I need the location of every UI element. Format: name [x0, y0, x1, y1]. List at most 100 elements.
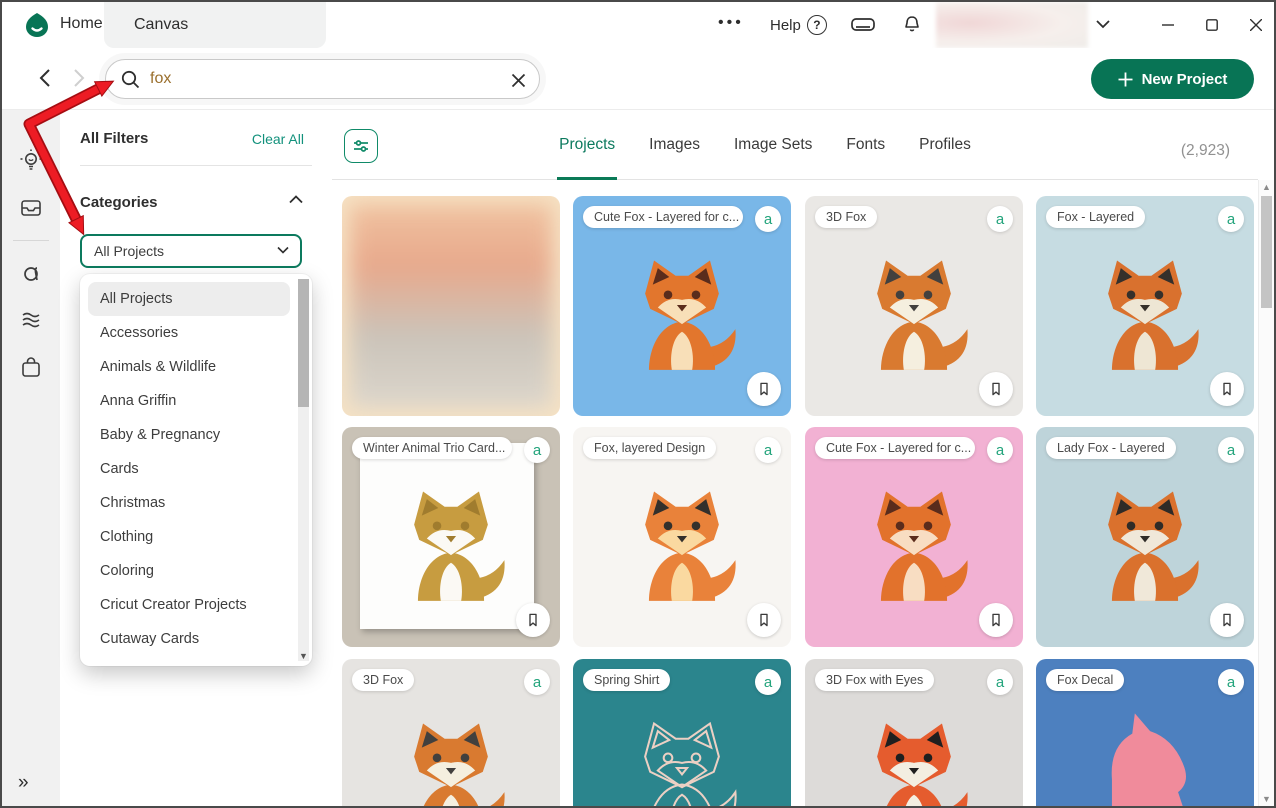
- results-tab[interactable]: Fonts: [846, 136, 885, 156]
- results-tab[interactable]: Image Sets: [734, 136, 812, 156]
- category-option[interactable]: Anna Griffin: [88, 384, 290, 418]
- overflow-menu-icon[interactable]: •••: [718, 14, 744, 32]
- clear-all-link[interactable]: Clear All: [252, 131, 304, 147]
- dropdown-scrollbar[interactable]: ▼: [298, 279, 309, 661]
- bookmark-button[interactable]: [979, 372, 1013, 406]
- category-option[interactable]: Cricut Creator Projects: [88, 588, 290, 622]
- help-button[interactable]: Help ?: [770, 15, 827, 35]
- search-box: [105, 59, 540, 99]
- category-option[interactable]: Cards: [88, 452, 290, 486]
- fox-illustration: [1069, 243, 1222, 396]
- filters-toggle-button[interactable]: [344, 129, 378, 163]
- category-option[interactable]: Baby & Pregnancy: [88, 418, 290, 452]
- results-tab[interactable]: Profiles: [919, 136, 971, 156]
- access-badge-icon: a: [524, 669, 550, 695]
- search-clear-button[interactable]: [505, 67, 531, 93]
- tab-label: Projects: [559, 136, 615, 153]
- window-maximize-button[interactable]: [1190, 2, 1234, 48]
- bookmark-button[interactable]: [747, 372, 781, 406]
- category-select[interactable]: All Projects: [80, 234, 302, 268]
- window-close-button[interactable]: [1234, 2, 1276, 48]
- expand-panel-chevrons-icon[interactable]: »: [18, 772, 29, 794]
- project-card[interactable]: 3D Fox with Eyes a: [805, 659, 1023, 806]
- category-option[interactable]: Clothing: [88, 520, 290, 554]
- bookmark-icon: [987, 611, 1005, 629]
- bookmark-button[interactable]: [747, 603, 781, 637]
- scroll-up-icon[interactable]: ▲: [1259, 182, 1274, 192]
- ideas-lightbulb-icon[interactable]: [16, 146, 46, 176]
- titlebar: Home Canvas ••• Help ?: [2, 2, 1274, 48]
- project-card[interactable]: Lady Fox - Layered a: [1036, 427, 1254, 647]
- cricut-logo-icon: [24, 12, 50, 38]
- inbox-icon[interactable]: [16, 193, 46, 223]
- scroll-down-icon[interactable]: ▼: [1259, 794, 1274, 804]
- project-card[interactable]: Winter Animal Trio Card... a: [342, 427, 560, 647]
- dropdown-scroll-down-icon[interactable]: ▼: [298, 651, 309, 661]
- search-input[interactable]: [150, 61, 480, 97]
- tab-label: Profiles: [919, 136, 971, 153]
- access-badge-icon: a: [755, 206, 781, 232]
- dropdown-scrollbar-thumb[interactable]: [298, 279, 309, 407]
- results-count: (2,923): [1181, 142, 1230, 160]
- access-badge-icon: a: [755, 669, 781, 695]
- project-card[interactable]: Fox, layered Design a: [573, 427, 791, 647]
- bookmark-icon: [755, 380, 773, 398]
- fox-illustration: [606, 474, 759, 627]
- results-area: Projects Images Image Sets Fonts Profiles (2…: [332, 110, 1274, 806]
- category-option[interactable]: Accessories: [88, 316, 290, 350]
- filter-panel: All Filters Clear All Categories All Pro…: [60, 110, 332, 806]
- categories-collapse-chevron-icon[interactable]: [288, 194, 304, 205]
- category-option[interactable]: Animals & Wildlife: [88, 350, 290, 384]
- results-scrollbar[interactable]: ▲ ▼: [1258, 180, 1274, 806]
- notifications-bell-icon[interactable]: [900, 13, 924, 37]
- category-option[interactable]: Coloring: [88, 554, 290, 588]
- bookmark-icon: [524, 611, 542, 629]
- fox-illustration: [606, 243, 759, 396]
- machine-icon[interactable]: [850, 15, 876, 35]
- filter-divider: [80, 165, 312, 166]
- category-option[interactable]: Cutaway Cards: [88, 622, 290, 656]
- bookmark-button[interactable]: [516, 603, 550, 637]
- results-tab[interactable]: Images: [649, 136, 700, 156]
- cricut-access-icon[interactable]: [16, 258, 46, 288]
- new-project-button[interactable]: New Project: [1091, 59, 1254, 99]
- project-card[interactable]: Fox - Layered a: [1036, 196, 1254, 416]
- project-title: 3D Fox: [352, 669, 414, 691]
- project-thumbnail: [342, 196, 560, 416]
- tab-canvas[interactable]: Canvas: [104, 2, 326, 48]
- blurred-thumbnail: [350, 204, 552, 408]
- category-option[interactable]: Christmas: [88, 486, 290, 520]
- bookmark-button[interactable]: [1210, 372, 1244, 406]
- results-header: Projects Images Image Sets Fonts Profiles (2…: [332, 110, 1258, 180]
- results-tabs: Projects Images Image Sets Fonts Profiles: [392, 136, 1138, 156]
- window-minimize-button[interactable]: [1146, 2, 1190, 48]
- user-account-blurred[interactable]: [936, 2, 1088, 48]
- results-scrollbar-thumb[interactable]: [1261, 196, 1272, 308]
- shop-bag-icon[interactable]: [16, 352, 46, 382]
- forward-button[interactable]: [64, 64, 92, 92]
- bookmark-button[interactable]: [979, 603, 1013, 637]
- categories-heading: Categories: [80, 194, 158, 211]
- tab-home[interactable]: Home: [60, 15, 103, 33]
- project-title: 3D Fox: [815, 206, 877, 228]
- category-option[interactable]: All Projects: [88, 282, 290, 316]
- project-card[interactable]: Cute Fox - Layered for c... a: [573, 196, 791, 416]
- results-tab[interactable]: Projects: [559, 136, 615, 156]
- project-card[interactable]: 3D Fox a: [805, 196, 1023, 416]
- project-card[interactable]: a: [342, 196, 560, 416]
- project-title: Fox, layered Design: [583, 437, 716, 459]
- project-card[interactable]: 3D Fox a: [342, 659, 560, 806]
- waves-icon[interactable]: [16, 305, 46, 335]
- access-badge-icon: a: [524, 437, 550, 463]
- project-title: Winter Animal Trio Card...: [352, 437, 512, 459]
- project-card[interactable]: Cute Fox - Layered for c... a: [805, 427, 1023, 647]
- project-card[interactable]: Fox Decal a: [1036, 659, 1254, 806]
- access-badge-icon: a: [1218, 437, 1244, 463]
- account-chevron-down-icon[interactable]: [1094, 18, 1112, 30]
- access-badge-icon: a: [987, 206, 1013, 232]
- back-button[interactable]: [32, 64, 60, 92]
- project-card[interactable]: Spring Shirt a: [573, 659, 791, 806]
- fox-illustration: [375, 474, 528, 627]
- tab-label: Images: [649, 136, 700, 153]
- bookmark-button[interactable]: [1210, 603, 1244, 637]
